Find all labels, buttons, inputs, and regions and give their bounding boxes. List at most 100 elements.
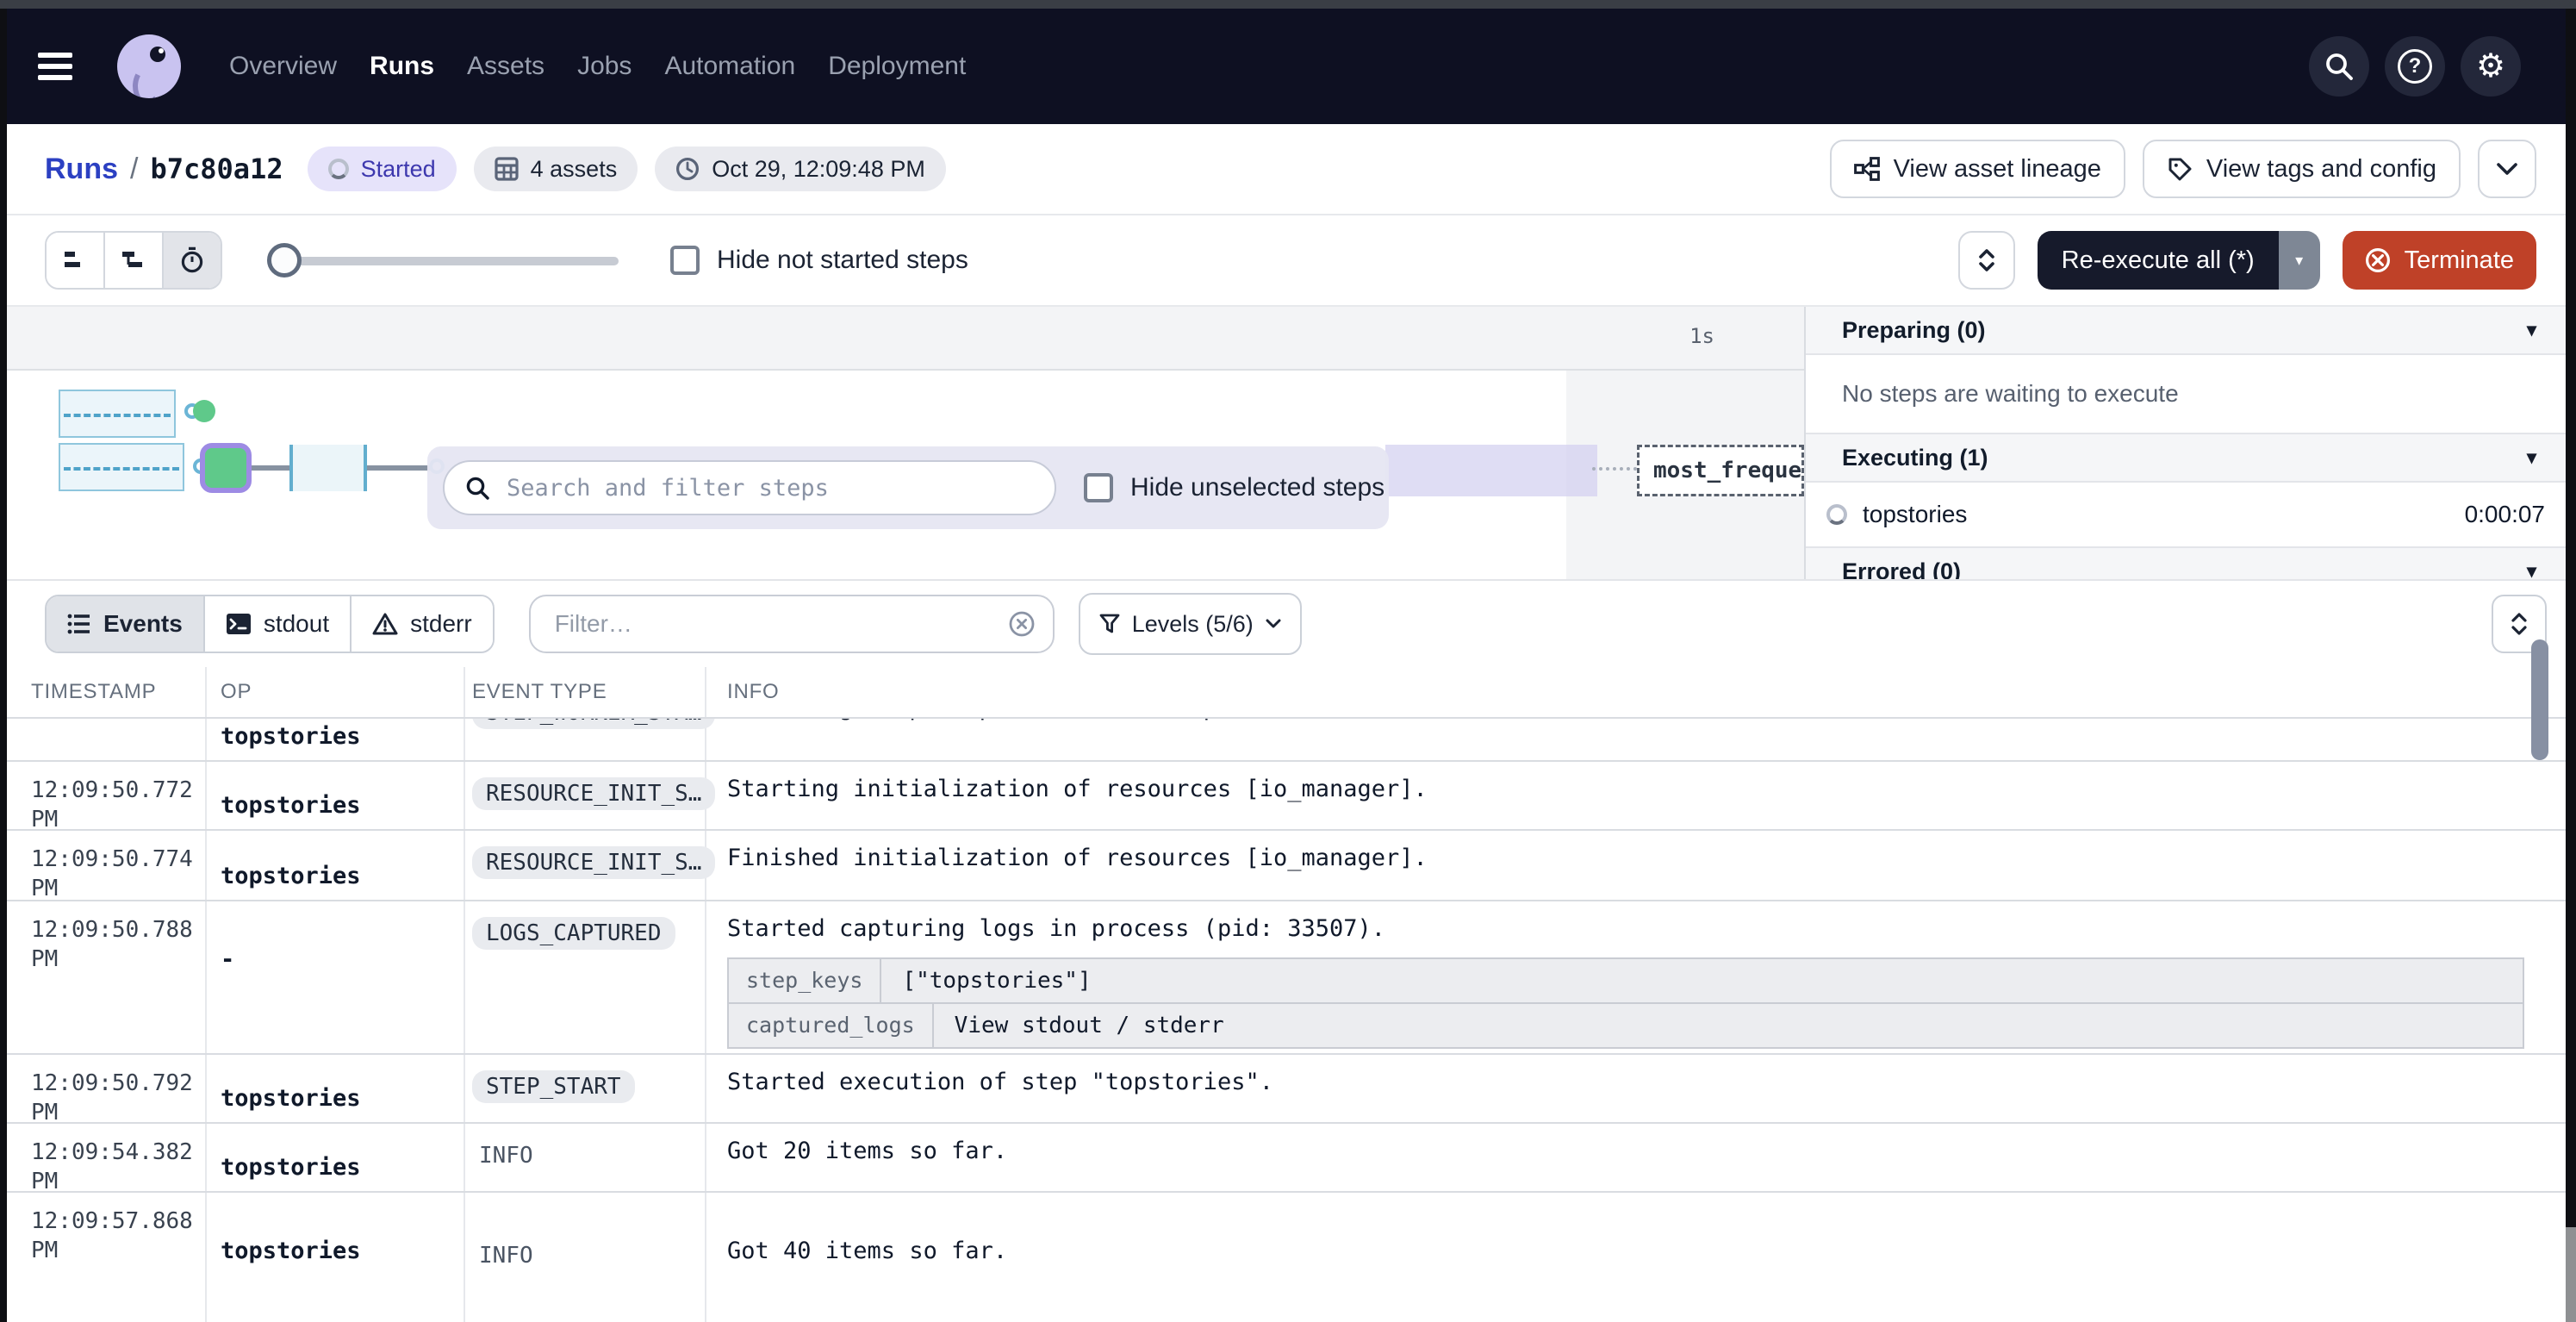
nav-item-jobs[interactable]: Jobs (577, 52, 632, 81)
assets-badge[interactable]: 4 assets (474, 147, 638, 191)
view-asset-lineage-button[interactable]: View asset lineage (1830, 140, 2125, 198)
reexecute-dropdown-button[interactable]: ▾ (2279, 231, 2320, 290)
gantt-selection-band (1385, 445, 1597, 496)
gantt-leader-dotted-line (1592, 467, 1637, 471)
run-more-actions-button[interactable] (2478, 140, 2536, 198)
slider-handle[interactable] (267, 243, 302, 277)
logo-tentacle (159, 78, 181, 98)
panel-section-executing[interactable]: Executing (1) ▾ (1806, 434, 2566, 483)
expand-collapse-button[interactable] (1958, 231, 2015, 290)
nav-right-actions: ? ⚙ (2309, 36, 2521, 97)
view-tags-config-button[interactable]: View tags and config (2143, 140, 2461, 198)
gantt-step-label-most-frequent[interactable]: most_frequent (1637, 445, 1804, 496)
gantt-step-dot-succeeded[interactable] (193, 400, 215, 422)
logo-eye (150, 47, 165, 62)
metadata-row: step_keys ["topstories"] (729, 959, 2523, 1004)
panel-section-errored[interactable]: Errored (0) ▾ (1806, 548, 2566, 579)
app-window: Overview Runs Assets Jobs Automation Dep… (7, 9, 2566, 1322)
flat-list-icon (63, 248, 87, 272)
table-row: 12:09:50.774PM topstories RESOURCE_INIT_… (7, 831, 2566, 901)
nav-item-deployment[interactable]: Deployment (828, 52, 966, 81)
metadata-key: captured_logs (729, 1004, 934, 1047)
axis-tick-1s: 1s (1689, 324, 1714, 348)
gantt-step-span[interactable] (289, 445, 367, 491)
col-header-op: OP (207, 667, 465, 717)
desktop-top-strip (0, 0, 2576, 9)
cell-event-type: LOGS_CAPTURED (465, 901, 706, 1053)
executing-step-row[interactable]: topstories 0:00:07 (1806, 483, 2566, 548)
panel-section-preparing[interactable]: Preparing (0) ▾ (1806, 307, 2566, 355)
terminate-button[interactable]: Terminate (2343, 231, 2536, 290)
dropdown-triangle-icon: ▾ (2295, 252, 2303, 270)
help-icon: ? (2398, 49, 2432, 84)
view-mode-timed-button[interactable] (164, 233, 221, 288)
tab-stderr[interactable]: stderr (352, 596, 493, 652)
run-header: Runs / b7c80a12 Started 4 (7, 124, 2566, 214)
screen: Overview Runs Assets Jobs Automation Dep… (0, 0, 2576, 1322)
gantt-step-running-selected[interactable] (200, 443, 252, 493)
run-header-actions: View asset lineage View tags and config (1830, 140, 2536, 198)
cell-event-type: RESOURCE_INIT_S… (465, 831, 706, 900)
cell-timestamp: PM (7, 719, 207, 760)
desktop-right-sliver (2566, 1227, 2576, 1322)
table-row: 12:09:54.382PM topstories INFO Got 20 it… (7, 1124, 2566, 1193)
cell-timestamp: 12:09:50.792PM (7, 1055, 207, 1122)
log-filter-input[interactable] (551, 608, 1008, 639)
breadcrumb-runs-link[interactable]: Runs (45, 153, 118, 186)
dagster-logo[interactable] (117, 34, 181, 98)
log-view-tabs: Events stdout (45, 595, 495, 653)
toolbar-right-actions: Re-execute all (*) ▾ Terminate (1958, 231, 2536, 290)
clear-filter-icon[interactable] (1008, 610, 1036, 638)
view-mode-flat-button[interactable] (47, 233, 105, 288)
metadata-row: captured_logs View stdout / stderr (729, 1004, 2523, 1047)
gantt-search-overlay: Hide unselected steps (427, 446, 1389, 529)
gear-icon: ⚙ (2476, 50, 2505, 83)
gantt-toolbar: Hide not started steps Re-execute all (*… (7, 215, 2566, 305)
nav-item-automation[interactable]: Automation (664, 52, 795, 81)
executing-step-elapsed: 0:00:07 (2465, 501, 2545, 528)
executing-step-name: topstories (1863, 501, 1967, 528)
reexecute-all-button[interactable]: Re-execute all (*) (2038, 231, 2279, 290)
nav-item-runs[interactable]: Runs (370, 52, 434, 81)
gantt-step-not-started[interactable] (59, 390, 176, 438)
search-button[interactable] (2309, 36, 2369, 97)
status-badge: Started (308, 147, 457, 191)
caret-down-icon: ▾ (2527, 560, 2536, 579)
gantt-time-axis: 1s (7, 307, 1804, 371)
view-stdout-stderr-link[interactable]: View stdout / stderr (934, 1004, 1245, 1047)
tab-stdout[interactable]: stdout (205, 596, 352, 652)
cell-info: Executing step "topstories" in subproces… (727, 719, 2535, 721)
tab-events[interactable]: Events (47, 596, 205, 652)
nav-item-assets[interactable]: Assets (467, 52, 544, 81)
cell-event-type: INFO (465, 1124, 706, 1191)
cell-op: topstories (207, 1193, 465, 1322)
view-mode-waterfall-button[interactable] (105, 233, 164, 288)
zoom-slider[interactable] (267, 243, 619, 277)
event-log-table: TIMESTAMP OP EVENT TYPE INFO PM topstori… (7, 667, 2566, 1322)
cancel-circle-icon (2365, 247, 2391, 273)
up-down-carets-icon (2511, 613, 2528, 635)
cell-op: topstories (207, 1124, 465, 1191)
table-row: 12:09:57.868PM topstories INFO Got 40 it… (7, 1193, 2566, 1322)
cell-timestamp: 12:09:54.382PM (7, 1124, 207, 1191)
cell-timestamp: 12:09:50.788PM (7, 901, 207, 1053)
hide-unselected-checkbox[interactable] (1084, 473, 1113, 502)
nav-item-overview[interactable]: Overview (229, 52, 337, 81)
cell-info: Started capturing logs in process (pid: … (727, 915, 2535, 942)
events-toolbar: Events stdout (7, 581, 2566, 667)
help-button[interactable]: ? (2385, 36, 2445, 97)
hamburger-menu-icon[interactable] (38, 53, 72, 80)
vertical-scrollbar-thumb[interactable] (2531, 639, 2548, 760)
levels-filter-button[interactable]: Levels (5/6) (1079, 593, 1302, 655)
step-spinner-icon (1826, 504, 1847, 525)
lineage-icon (1854, 157, 1880, 181)
caret-down-icon: ▾ (2527, 319, 2536, 341)
settings-button[interactable]: ⚙ (2461, 36, 2521, 97)
step-search-input[interactable] (503, 473, 1034, 503)
col-header-event-type: EVENT TYPE (465, 667, 706, 717)
gantt-step-not-started[interactable] (59, 443, 184, 491)
chevron-down-icon (1266, 619, 1281, 629)
slider-track[interactable] (267, 257, 619, 265)
nav-items: Overview Runs Assets Jobs Automation Dep… (229, 52, 966, 81)
hide-not-started-checkbox[interactable] (670, 246, 700, 275)
